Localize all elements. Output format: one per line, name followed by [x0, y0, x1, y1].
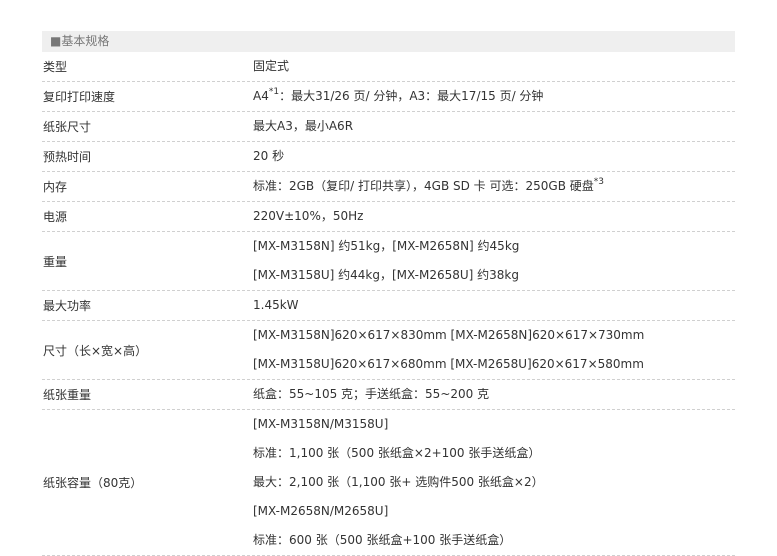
spec-value: 1.45kW	[253, 291, 735, 320]
spec-value-line: 最大A3，最小A6R	[253, 119, 354, 133]
spec-row-memory: 内存 标准：2GB（复印/ 打印共享），4GB SD 卡 可选：250GB 硬盘…	[42, 172, 735, 202]
spec-value-line: 最大：2,100 张（1,100 张+ 选购件500 张纸盒×2）	[253, 475, 544, 489]
spec-row-paper-weight: 纸张重量 纸盒：55~105 克；手送纸盒：55~200 克	[42, 380, 735, 410]
spec-value-line: [MX-M2658N/M2658U]	[253, 504, 389, 518]
spec-row-warmup: 预热时间 20 秒	[42, 142, 735, 172]
spec-value: 纸盒：55~105 克；手送纸盒：55~200 克	[253, 380, 735, 409]
spec-row-dimensions: 尺寸（长×宽×高） [MX-M3158N]620×617×830mm [MX-M…	[42, 321, 735, 380]
spec-value: 20 秒	[253, 142, 735, 171]
spec-table: ■基本规格 类型 固定式 复印打印速度 A4*1：最大31/26 页/ 分钟，A…	[42, 31, 735, 556]
spec-label: 预热时间	[43, 150, 92, 164]
spec-value: 最大A3，最小A6R	[253, 112, 735, 141]
spec-value: 固定式	[253, 52, 735, 81]
spec-row-weight: 重量 [MX-M3158N] 约51kg，[MX-M2658N] 约45kg […	[42, 232, 735, 291]
spec-value: [MX-M3158N] 约51kg，[MX-M2658N] 约45kg [MX-…	[253, 232, 735, 290]
spec-value: [MX-M3158N/M3158U] 标准：1,100 张（500 张纸盒×2+…	[253, 410, 735, 555]
spec-label: 电源	[43, 210, 68, 224]
spec-label: 重量	[43, 254, 68, 269]
spec-value-line: 固定式	[253, 59, 290, 73]
spec-row-speed: 复印打印速度 A4*1：最大31/26 页/ 分钟，A3：最大17/15 页/ …	[42, 82, 735, 112]
spec-label: 纸张重量	[43, 388, 92, 402]
spec-value: A4*1：最大31/26 页/ 分钟，A3：最大17/15 页/ 分钟	[253, 82, 735, 111]
spec-value-line: 20 秒	[253, 149, 285, 163]
spec-value-prefix: A4	[253, 89, 269, 103]
spec-row-power-supply: 电源 220V±10%，50Hz	[42, 202, 735, 232]
spec-label: 纸张容量（80克）	[43, 476, 143, 490]
spec-row-type: 类型 固定式	[42, 52, 735, 82]
spec-value-prefix: 标准：2GB（复印/ 打印共享），4GB SD 卡 可选：250GB 硬盘	[253, 179, 594, 193]
spec-row-paper-capacity: 纸张容量（80克） [MX-M3158N/M3158U] 标准：1,100 张（…	[42, 410, 735, 556]
spec-label: 复印打印速度	[43, 90, 116, 104]
spec-value-line: [MX-M3158U]620×617×680mm [MX-M2658U]620×…	[253, 357, 644, 371]
spec-value-line: 标准：2GB（复印/ 打印共享），4GB SD 卡 可选：250GB 硬盘*3	[253, 172, 735, 201]
spec-value-line: 纸盒：55~105 克；手送纸盒：55~200 克	[253, 387, 490, 401]
spec-value-line: [MX-M3158N] 约51kg，[MX-M2658N] 约45kg	[253, 239, 520, 253]
spec-label: 纸张尺寸	[43, 120, 92, 134]
spec-row-paper-size: 纸张尺寸 最大A3，最小A6R	[42, 112, 735, 142]
spec-value-line: 1.45kW	[253, 298, 299, 312]
spec-value: 标准：2GB（复印/ 打印共享），4GB SD 卡 可选：250GB 硬盘*3	[253, 172, 735, 201]
spec-label: 尺寸（长×宽×高）	[43, 343, 148, 358]
section-title: ■基本规格	[42, 31, 735, 52]
spec-value-line: A4*1：最大31/26 页/ 分钟，A3：最大17/15 页/ 分钟	[253, 82, 735, 111]
spec-row-max-power: 最大功率 1.45kW	[42, 291, 735, 321]
spec-value-line: 标准：600 张（500 张纸盒+100 张手送纸盒）	[253, 533, 512, 547]
spec-label: 类型	[43, 60, 68, 74]
spec-value-rest: ：最大31/26 页/ 分钟，A3：最大17/15 页/ 分钟	[279, 89, 544, 103]
footnote-marker: *3	[593, 177, 604, 187]
spec-value-line: [MX-M3158N]620×617×830mm [MX-M2658N]620×…	[253, 328, 645, 342]
spec-value: [MX-M3158N]620×617×830mm [MX-M2658N]620×…	[253, 321, 735, 379]
spec-label: 最大功率	[43, 299, 92, 313]
spec-value: 220V±10%，50Hz	[253, 202, 735, 231]
spec-value-line: 220V±10%，50Hz	[253, 209, 364, 223]
spec-label: 内存	[43, 180, 68, 194]
spec-value-line: 标准：1,100 张（500 张纸盒×2+100 张手送纸盒）	[253, 446, 541, 460]
spec-value-line: [MX-M3158N/M3158U]	[253, 417, 389, 431]
spec-value-line: [MX-M3158U] 约44kg，[MX-M2658U] 约38kg	[253, 268, 519, 282]
footnote-marker: *1	[268, 87, 280, 97]
